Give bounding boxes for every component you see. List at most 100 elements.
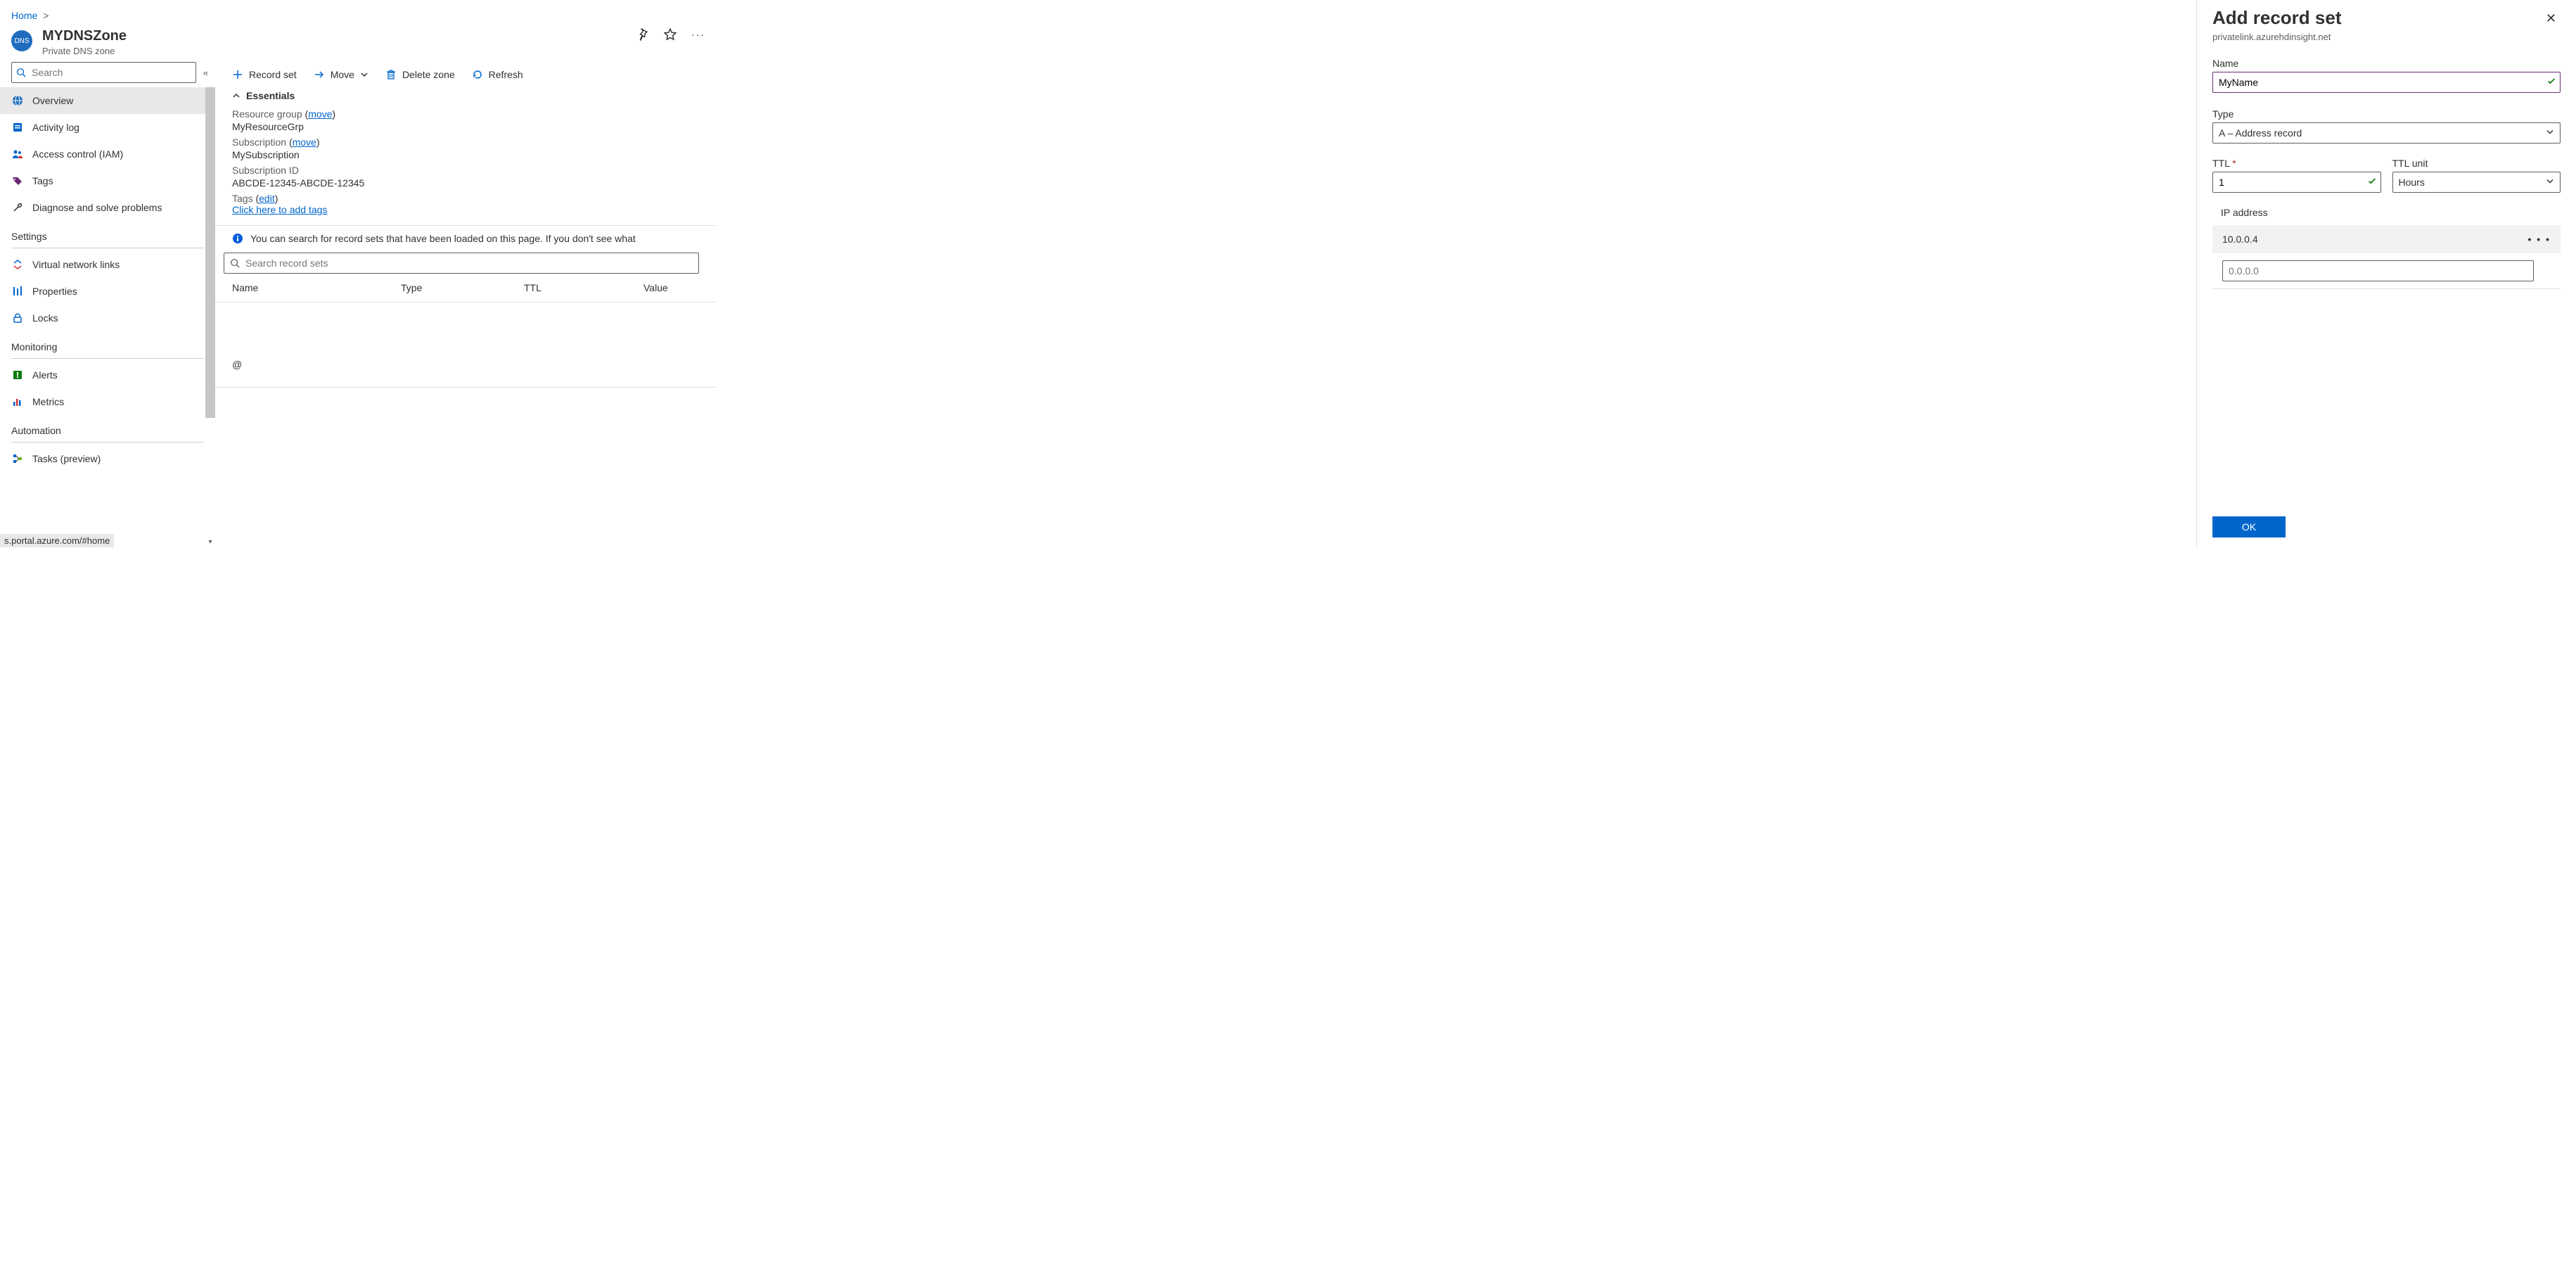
nav-tasks[interactable]: Tasks (preview) [0, 445, 215, 472]
breadcrumb-separator: > [43, 10, 49, 21]
add-record-panel: Add record set privatelink.azurehdinsigh… [2196, 0, 2576, 547]
tag-icon [11, 175, 24, 186]
tags-label: Tags [232, 193, 253, 204]
nav-diagnose[interactable]: Diagnose and solve problems [0, 194, 215, 221]
sidebar-search-input[interactable] [30, 66, 191, 79]
nav-alerts[interactable]: Alerts [0, 362, 215, 388]
nav-metrics[interactable]: Metrics [0, 388, 215, 415]
refresh-button[interactable]: Refresh [472, 69, 523, 80]
nav-vnet-links[interactable]: Virtual network links [0, 251, 215, 278]
type-select[interactable]: A – Address record [2212, 122, 2561, 144]
nav-label: Diagnose and solve problems [32, 202, 162, 213]
toolbar-label: Move [331, 69, 354, 80]
divider [11, 442, 204, 443]
type-value: A – Address record [2219, 127, 2302, 139]
collapse-sidebar-icon[interactable]: « [203, 68, 208, 78]
sub-value: MySubscription [232, 149, 699, 160]
dns-badge-icon: DNS [11, 30, 32, 51]
scrollbar-down-icon[interactable]: ▾ [205, 536, 215, 547]
resource-subtitle: Private DNS zone [42, 46, 127, 56]
name-input[interactable] [2212, 72, 2561, 93]
col-name[interactable]: Name [232, 282, 401, 293]
rg-move-link[interactable]: move [308, 108, 332, 120]
rg-label: Resource group [232, 108, 302, 120]
nav-label: Tags [32, 175, 53, 186]
record-table-header: Name Type TTL Value [215, 274, 716, 303]
rg-value: MyResourceGrp [232, 121, 699, 132]
breadcrumb: Home > [0, 0, 716, 23]
type-label: Type [2212, 108, 2561, 120]
nav-iam[interactable]: Access control (IAM) [0, 141, 215, 167]
nav-properties[interactable]: Properties [0, 278, 215, 305]
ttl-input[interactable] [2212, 172, 2381, 193]
nav-label: Activity log [32, 122, 79, 133]
tasks-icon [11, 453, 24, 464]
info-text: You can search for record sets that have… [250, 233, 636, 244]
name-label: Name [2212, 58, 2561, 69]
ip-input[interactable] [2222, 260, 2534, 281]
tags-edit-link[interactable]: edit [259, 193, 275, 204]
nav-tags[interactable]: Tags [0, 167, 215, 194]
properties-icon [11, 286, 24, 297]
nav-activity-log[interactable]: Activity log [0, 114, 215, 141]
status-bar-url: s.portal.azure.com/#home [0, 534, 114, 547]
record-search-input[interactable] [244, 257, 693, 269]
sidebar: « Overview Activity log [0, 62, 215, 547]
record-search[interactable] [224, 253, 699, 274]
globe-icon [11, 95, 24, 106]
panel-title: Add record set [2212, 7, 2342, 29]
more-icon[interactable]: • • • [2528, 234, 2551, 245]
wrench-icon [11, 202, 24, 213]
sub-move-link[interactable]: move [293, 136, 316, 148]
star-icon[interactable] [664, 28, 677, 41]
more-icon[interactable]: ··· [692, 28, 705, 41]
panel-subtitle: privatelink.azurehdinsight.net [2212, 32, 2342, 42]
ttl-label: TTL * [2212, 158, 2381, 169]
essentials-toggle[interactable]: Essentials [232, 90, 699, 101]
nav-label: Properties [32, 286, 77, 297]
delete-zone-button[interactable]: Delete zone [385, 69, 455, 80]
nav-locks[interactable]: Locks [0, 305, 215, 331]
breadcrumb-home[interactable]: Home [11, 10, 37, 21]
nav-label: Tasks (preview) [32, 453, 101, 464]
nav-label: Virtual network links [32, 259, 120, 270]
chevron-down-icon [2546, 128, 2554, 139]
people-icon [11, 148, 24, 160]
ip-row[interactable]: 10.0.0.4 • • • [2212, 225, 2561, 253]
toolbar-label: Delete zone [402, 69, 455, 80]
resource-title: MYDNSZone [42, 28, 127, 44]
ip-value: 10.0.0.4 [2222, 234, 2258, 245]
section-settings: Settings [0, 221, 215, 245]
ip-section: IP address 10.0.0.4 • • • [2212, 207, 2561, 289]
section-monitoring: Monitoring [0, 331, 215, 355]
move-button[interactable]: Move [314, 69, 369, 80]
vnet-icon [11, 259, 24, 270]
col-type[interactable]: Type [401, 282, 524, 293]
toolbar: Record set Move Delete zone Refresh [215, 65, 716, 87]
col-value[interactable]: Value [643, 282, 699, 293]
add-record-set-button[interactable]: Record set [232, 69, 297, 80]
add-tags-link[interactable]: Click here to add tags [232, 204, 327, 215]
search-icon [230, 258, 240, 268]
nav-overview[interactable]: Overview [0, 87, 215, 114]
nav-label: Alerts [32, 369, 58, 381]
divider [11, 358, 204, 359]
sidebar-search[interactable] [11, 62, 196, 83]
chevron-up-icon [232, 91, 241, 100]
col-ttl[interactable]: TTL [524, 282, 643, 293]
pin-icon[interactable] [636, 28, 648, 41]
scrollbar-thumb[interactable] [205, 87, 215, 418]
lock-icon [11, 312, 24, 324]
alerts-icon [11, 369, 24, 381]
nav-label: Access control (IAM) [32, 148, 123, 160]
ttl-unit-select[interactable]: Hours [2392, 172, 2561, 193]
ok-button[interactable]: OK [2212, 516, 2286, 537]
info-strip: You can search for record sets that have… [215, 226, 716, 251]
nav-label: Metrics [32, 396, 64, 407]
close-icon[interactable]: ✕ [2542, 7, 2561, 30]
check-icon [2367, 177, 2377, 189]
ttl-unit-label: TTL unit [2392, 158, 2561, 169]
record-row-root[interactable]: @ [215, 303, 716, 388]
sidebar-scrollbar[interactable]: ▾ [205, 87, 215, 547]
metrics-icon [11, 396, 24, 407]
